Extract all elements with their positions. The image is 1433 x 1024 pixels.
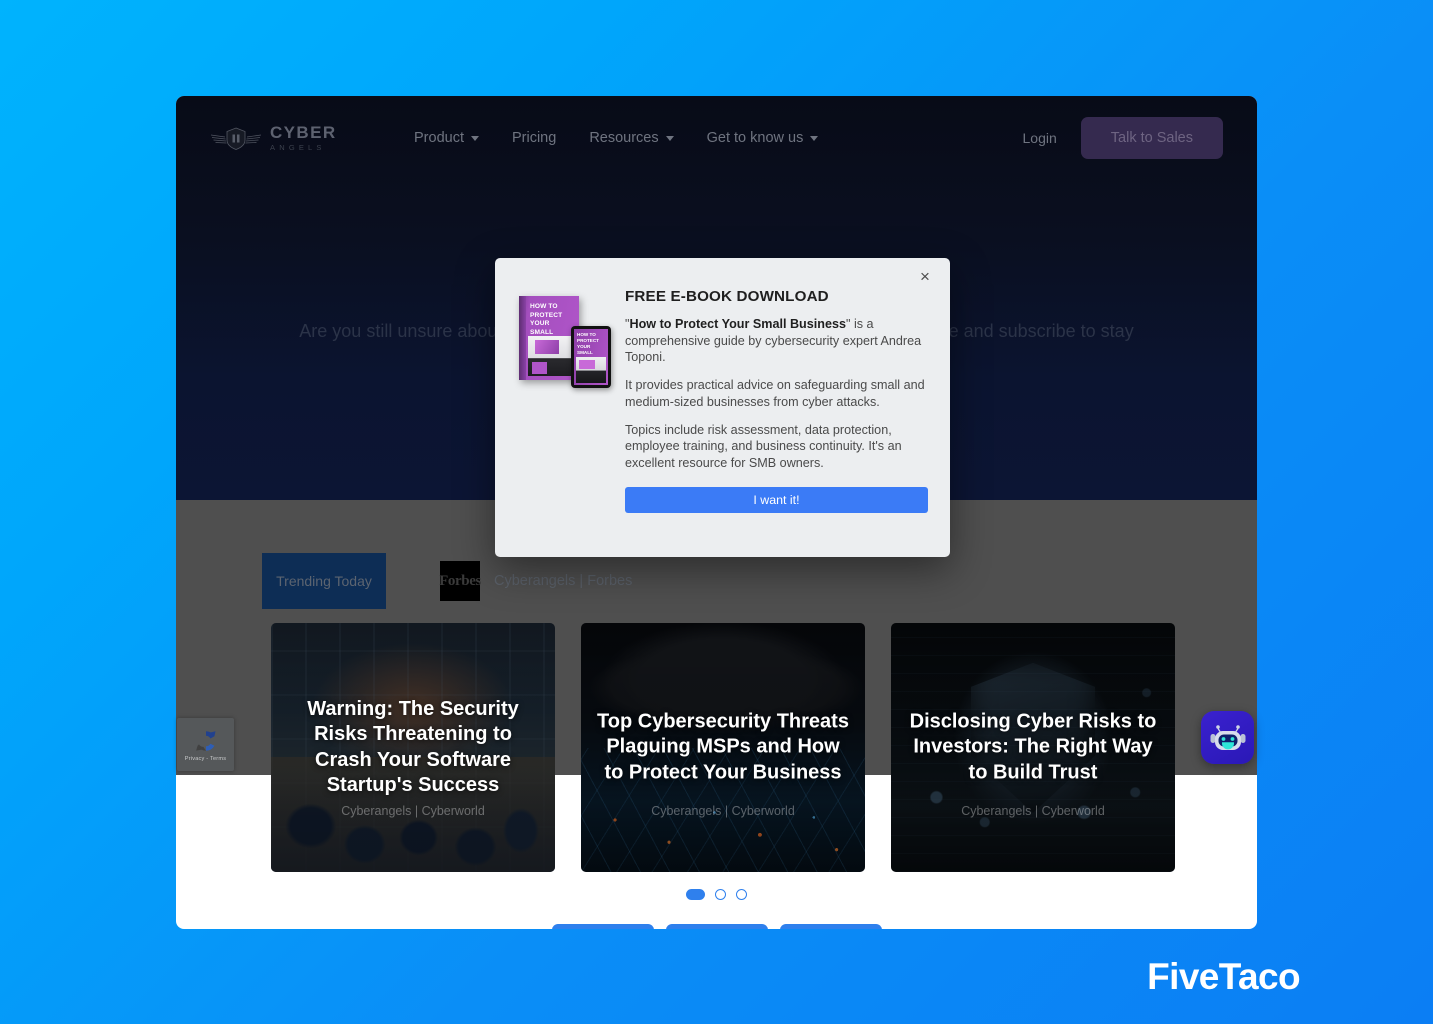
ebook-title-strong: How to Protect Your Small Business	[629, 317, 846, 331]
tab-trending-today[interactable]: Trending Today	[262, 553, 386, 609]
recaptcha-icon	[195, 730, 215, 751]
navbar-actions: Login Talk to Sales	[1023, 117, 1223, 159]
article-card[interactable]: Cyberangels | Cyberworld Disclosing Cybe…	[891, 623, 1175, 872]
ebook-spine	[519, 296, 526, 380]
article-credit: Cyberangels | Cyberworld	[961, 804, 1105, 818]
modal-paragraph-3: Topics include risk assessment, data pro…	[625, 422, 902, 471]
ebook-cover: HOW TO PROTECT YOUR SMALL BUSINESS	[519, 296, 579, 380]
chevron-down-icon	[665, 135, 674, 141]
article-title: Top Cybersecurity Threats Plaguing MSPs …	[597, 710, 849, 784]
nav-item-product-label: Product	[414, 130, 464, 146]
nav-item-pricing-label: Pricing	[511, 130, 557, 146]
talk-to-sales-button[interactable]: Talk to Sales	[1080, 117, 1223, 159]
ebook-tablet-photo	[576, 357, 606, 383]
brand-name: CYBER	[270, 123, 337, 143]
trending-header: Trending Today Forbes Cyberangels | Forb…	[262, 553, 632, 609]
footer-button-row	[176, 924, 1257, 929]
chat-bot-button[interactable]	[1201, 711, 1254, 764]
source-label: Cyberangels | Forbes	[494, 573, 633, 589]
footer-button-1[interactable]	[551, 924, 654, 929]
chevron-down-icon	[810, 135, 819, 141]
article-card[interactable]: Cyberangels | Cyberworld Top Cybersecuri…	[581, 623, 865, 872]
site-navbar: CYBER ANGELS Product Pricing Resources G…	[176, 96, 1257, 180]
article-card-list: Cyberangels | Cyberworld Warning: The Se…	[271, 623, 1175, 872]
forbes-logo-icon: Forbes	[439, 561, 481, 601]
fivetaco-watermark: FiveTaco	[1147, 956, 1300, 997]
close-icon[interactable]: ×	[915, 266, 935, 286]
carousel-dot-3[interactable]	[736, 889, 747, 900]
login-link[interactable]: Login	[1023, 130, 1057, 146]
winged-shield-icon	[210, 127, 262, 150]
recaptcha-label: Privacy - Terms	[184, 755, 227, 762]
footer-button-2[interactable]	[665, 924, 768, 929]
modal-paragraph-1: "How to Protect Your Small Business" is …	[625, 316, 928, 366]
ebook-download-modal: × HOW TO PROTECT YOUR SMALL BUSINESS HOW…	[495, 258, 950, 557]
ebook-cover-photo	[528, 336, 577, 376]
article-title: Disclosing Cyber Risks to Investors: The…	[909, 710, 1157, 784]
brand-subtitle: ANGELS	[270, 143, 326, 153]
article-credit: Cyberangels | Cyberworld	[341, 804, 485, 818]
footer-button-3[interactable]	[779, 924, 882, 929]
recaptcha-badge[interactable]: Privacy - Terms	[177, 718, 234, 771]
modal-heading: FREE E-BOOK DOWNLOAD	[625, 288, 829, 305]
nav-item-get-to-know-us-label: Get to know us	[706, 130, 804, 146]
nav-item-pricing[interactable]: Pricing	[512, 130, 556, 146]
carousel-dot-2[interactable]	[715, 889, 726, 900]
carousel-dot-1[interactable]	[686, 889, 705, 900]
nav-item-resources[interactable]: Resources	[589, 130, 674, 146]
article-credit: Cyberangels | Cyberworld	[651, 804, 795, 818]
article-title: Warning: The Security Risks Threatening …	[307, 697, 519, 797]
chevron-down-icon	[470, 135, 479, 141]
carousel-pagination	[176, 889, 1257, 900]
i-want-it-button[interactable]: I want it!	[625, 486, 928, 513]
primary-nav: Product Pricing Resources Get to know us	[414, 130, 819, 146]
nav-item-resources-label: Resources	[589, 130, 659, 146]
brand-logo[interactable]: CYBER ANGELS	[210, 124, 380, 152]
article-card[interactable]: Cyberangels | Cyberworld Warning: The Se…	[271, 623, 555, 872]
ebook-mockup: HOW TO PROTECT YOUR SMALL BUSINESS HOW T…	[515, 282, 611, 537]
robot-icon	[1210, 724, 1245, 750]
modal-content: FREE E-BOOK DOWNLOAD "How to Protect You…	[625, 282, 928, 537]
nav-item-get-to-know-us[interactable]: Get to know us	[707, 130, 819, 146]
modal-paragraph-2: It provides practical advice on safeguar…	[625, 378, 925, 409]
ebook-tablet: HOW TO PROTECT YOUR SMALL BUSINESS	[571, 326, 611, 388]
nav-item-product[interactable]: Product	[414, 130, 479, 146]
source-attribution: Forbes Cyberangels | Forbes	[439, 561, 633, 601]
